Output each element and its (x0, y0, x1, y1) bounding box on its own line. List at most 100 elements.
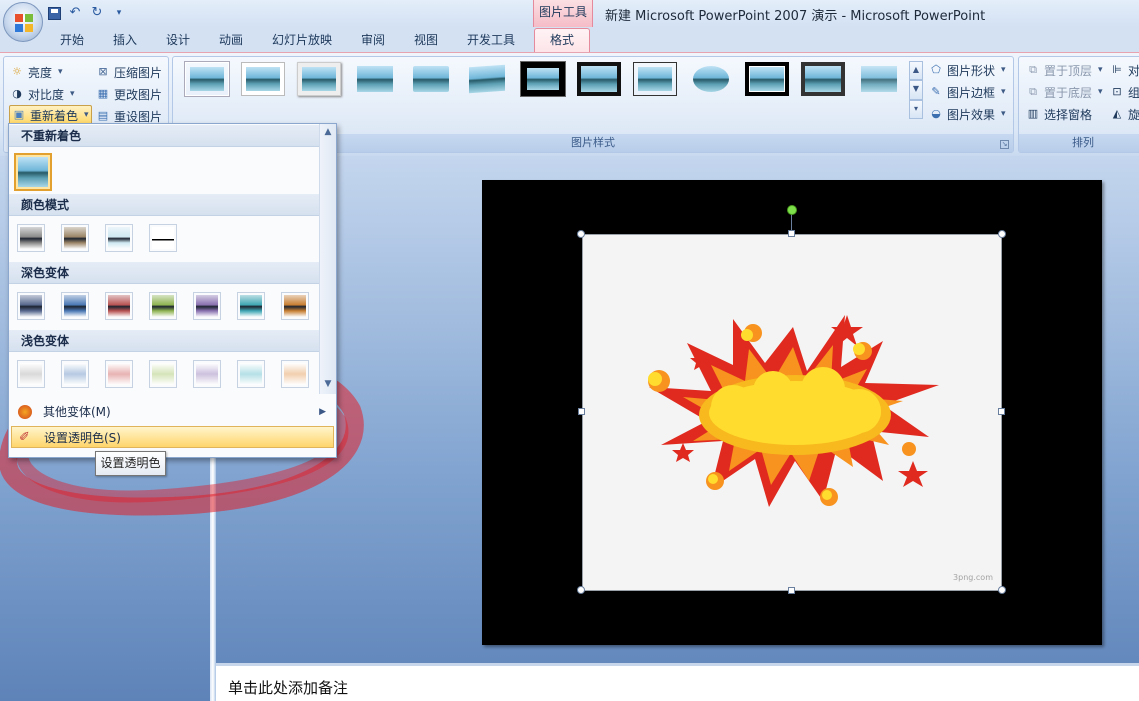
swatch-thumbnail (20, 363, 42, 385)
tab-format[interactable]: 格式 (534, 28, 590, 52)
align-button[interactable]: ⊫ 对 (1110, 60, 1139, 80)
set-transparent-label: 设置透明色(S) (44, 431, 121, 445)
notes-pane[interactable]: 单击此处添加备注 (216, 663, 1139, 701)
recolor-button[interactable]: ▣ 重新着色 (9, 105, 92, 125)
picture-style-thumb[interactable] (633, 62, 677, 96)
tab-slideshow[interactable]: 幻灯片放映 (266, 31, 338, 52)
rotate-button[interactable]: ◭ 旋 (1110, 104, 1139, 124)
window-title: 新建 Microsoft PowerPoint 2007 演示 - Micros… (605, 9, 986, 24)
swatch-thumbnail (152, 363, 174, 385)
picture-style-thumb[interactable] (409, 62, 453, 96)
swatch-thumbnail (152, 227, 174, 249)
swatch-thumbnail (64, 295, 86, 317)
picture-effects-icon: ◒ (931, 107, 941, 120)
no-recolor-swatch[interactable] (14, 153, 52, 191)
bring-to-front-button[interactable]: ⧉ 置于顶层 (1026, 60, 1103, 80)
quick-access-toolbar: ↶ ↻ ▾ (48, 4, 127, 22)
gallery-down-icon[interactable]: ▼ (909, 80, 923, 100)
recolor-swatch[interactable] (193, 292, 221, 320)
compress-pictures-button[interactable]: ⊠ 压缩图片 (96, 62, 162, 82)
brightness-label: 亮度 (28, 65, 53, 80)
picture-style-thumb[interactable] (520, 61, 566, 97)
swatch-thumbnail (64, 363, 86, 385)
picture-style-thumb[interactable] (241, 62, 285, 96)
resize-handle-top[interactable] (788, 230, 795, 237)
tab-design[interactable]: 设计 (161, 31, 195, 52)
resize-handle-right[interactable] (998, 408, 1005, 415)
title-bar: ↶ ↻ ▾ 图片工具 新建 Microsoft PowerPoint 2007 … (0, 0, 1139, 27)
recolor-swatch[interactable] (61, 292, 89, 320)
picture-style-thumb[interactable] (577, 62, 621, 96)
recolor-swatch[interactable] (17, 224, 45, 252)
reset-picture-label: 重设图片 (114, 109, 163, 124)
send-to-back-button[interactable]: ⧉ 置于底层 (1026, 82, 1103, 102)
recolor-swatch[interactable] (17, 360, 45, 388)
swatch-thumbnail (196, 295, 218, 317)
recolor-swatch[interactable] (149, 360, 177, 388)
recolor-swatch[interactable] (61, 224, 89, 252)
picture-style-thumb[interactable] (689, 62, 733, 96)
resize-handle-bottom-left[interactable] (577, 586, 585, 594)
resize-handle-top-left[interactable] (577, 230, 585, 238)
tab-insert[interactable]: 插入 (108, 31, 142, 52)
set-transparent-color-item[interactable]: ✐ 设置透明色(S) (11, 426, 334, 448)
picture-border-button[interactable]: ✎ 图片边框 (929, 82, 1006, 102)
picture-style-thumb[interactable] (353, 62, 397, 96)
dialog-launcher-icon[interactable]: ↘ (1000, 140, 1009, 149)
picture-effects-button[interactable]: ◒ 图片效果 (929, 104, 1006, 124)
scroll-down-icon[interactable]: ▼ (320, 379, 336, 389)
recolor-swatch[interactable] (61, 360, 89, 388)
recolor-swatch[interactable] (105, 292, 133, 320)
recolor-swatch[interactable] (237, 292, 265, 320)
group-button[interactable]: ⊡ 组 (1110, 82, 1139, 102)
contrast-label: 对比度 (28, 87, 65, 102)
recolor-swatch[interactable] (281, 292, 309, 320)
more-variations-item[interactable]: 其他变体(M) ▶ (11, 401, 334, 423)
recolor-swatch[interactable] (105, 360, 133, 388)
picture-style-thumb[interactable] (801, 62, 845, 96)
resize-handle-bottom[interactable] (788, 587, 795, 594)
tab-view[interactable]: 视图 (409, 31, 443, 52)
selection-pane-button[interactable]: ▥ 选择窗格 (1026, 104, 1092, 124)
resize-handle-left[interactable] (578, 408, 585, 415)
contrast-button[interactable]: ◑ 对比度 (10, 84, 75, 104)
resize-handle-bottom-right[interactable] (998, 586, 1006, 594)
recolor-swatch[interactable] (237, 360, 265, 388)
scroll-up-icon[interactable]: ▲ (320, 127, 336, 137)
picture-style-thumb[interactable] (745, 62, 789, 96)
resize-handle-top-right[interactable] (998, 230, 1006, 238)
tab-developer[interactable]: 开发工具 (461, 31, 521, 52)
recolor-swatch[interactable] (149, 292, 177, 320)
swatch-thumbnail (284, 363, 306, 385)
gallery-up-icon[interactable]: ▲ (909, 61, 923, 81)
picture-style-thumb[interactable] (465, 62, 509, 96)
redo-icon[interactable]: ↻ (89, 5, 105, 21)
recolor-swatch[interactable] (281, 360, 309, 388)
tab-home[interactable]: 开始 (55, 31, 89, 52)
change-picture-button[interactable]: ▦ 更改图片 (96, 84, 162, 104)
picture-shape-button[interactable]: ⬠ 图片形状 (929, 60, 1006, 80)
picture-effects-label: 图片效果 (947, 107, 996, 122)
customize-toolbar-icon[interactable]: ▾ (111, 5, 127, 21)
recolor-swatch[interactable] (105, 224, 133, 252)
picture-style-thumb[interactable] (297, 62, 341, 96)
rotation-handle[interactable] (787, 205, 797, 215)
tab-animations[interactable]: 动画 (214, 31, 248, 52)
office-button[interactable] (3, 2, 43, 42)
recolor-swatch[interactable] (193, 360, 221, 388)
undo-icon[interactable]: ↶ (67, 5, 83, 21)
recolor-swatch[interactable] (17, 292, 45, 320)
brightness-button[interactable]: ☼ 亮度 (10, 62, 63, 82)
dropdown-scrollbar[interactable]: ▲ ▼ (319, 124, 336, 394)
recolor-swatch[interactable] (149, 224, 177, 252)
swatch-thumbnail (108, 227, 130, 249)
selected-picture[interactable]: 3png.com (582, 234, 1002, 591)
gallery-more-icon[interactable]: ▾ (909, 99, 923, 119)
picture-style-thumb[interactable] (185, 62, 229, 96)
change-picture-icon: ▦ (97, 87, 109, 100)
picture-style-thumb[interactable] (857, 62, 901, 96)
picture-border-label: 图片边框 (947, 85, 996, 100)
group-icon: ⊡ (1112, 85, 1122, 98)
save-icon[interactable] (48, 6, 61, 20)
tab-review[interactable]: 审阅 (356, 31, 390, 52)
